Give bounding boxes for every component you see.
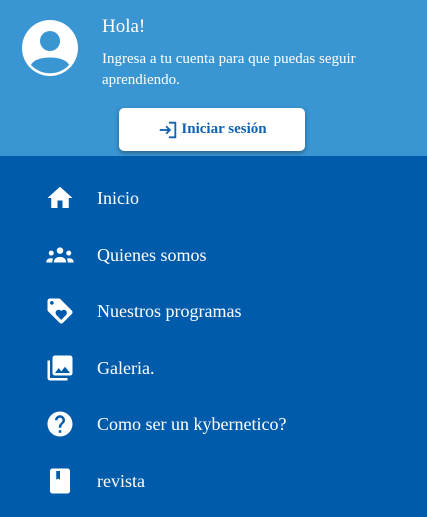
menu-item-label: Galeria. (97, 357, 155, 378)
drawer-header: Hola! Ingresa a tu cuenta para que pueda… (0, 0, 427, 156)
menu-item-nuestros-programas[interactable]: Nuestros programas (0, 283, 427, 339)
login-button-label: Iniciar sesión (181, 121, 267, 137)
menu-item-label: revista (97, 470, 145, 491)
people-icon (44, 239, 76, 271)
account-circle-icon (22, 20, 78, 76)
menu-item-label: Quienes somos (97, 244, 207, 265)
greeting-title: Hola! (102, 16, 146, 37)
menu-item-label: Inicio (97, 187, 139, 208)
menu-item-label: Como ser un kybernetico? (97, 413, 287, 434)
login-icon (160, 121, 177, 138)
login-button[interactable]: Iniciar sesión (119, 108, 305, 151)
login-prompt-text: Ingresa a tu cuenta para que puedas segu… (102, 51, 356, 88)
menu-item-como-ser-kybernetico[interactable]: Como ser un kybernetico? (0, 396, 427, 452)
home-icon (44, 182, 76, 214)
book-icon (44, 465, 76, 497)
menu-item-quienes-somos[interactable]: Quienes somos (0, 227, 427, 283)
photo-library-icon (44, 352, 76, 384)
tag-heart-icon (44, 295, 76, 327)
menu-item-inicio[interactable]: Inicio (0, 170, 427, 226)
help-icon (44, 408, 76, 440)
menu-item-revista[interactable]: revista (0, 453, 427, 509)
menu-item-label: Nuestros programas (97, 300, 242, 321)
menu-item-galeria[interactable]: Galeria. (0, 340, 427, 396)
